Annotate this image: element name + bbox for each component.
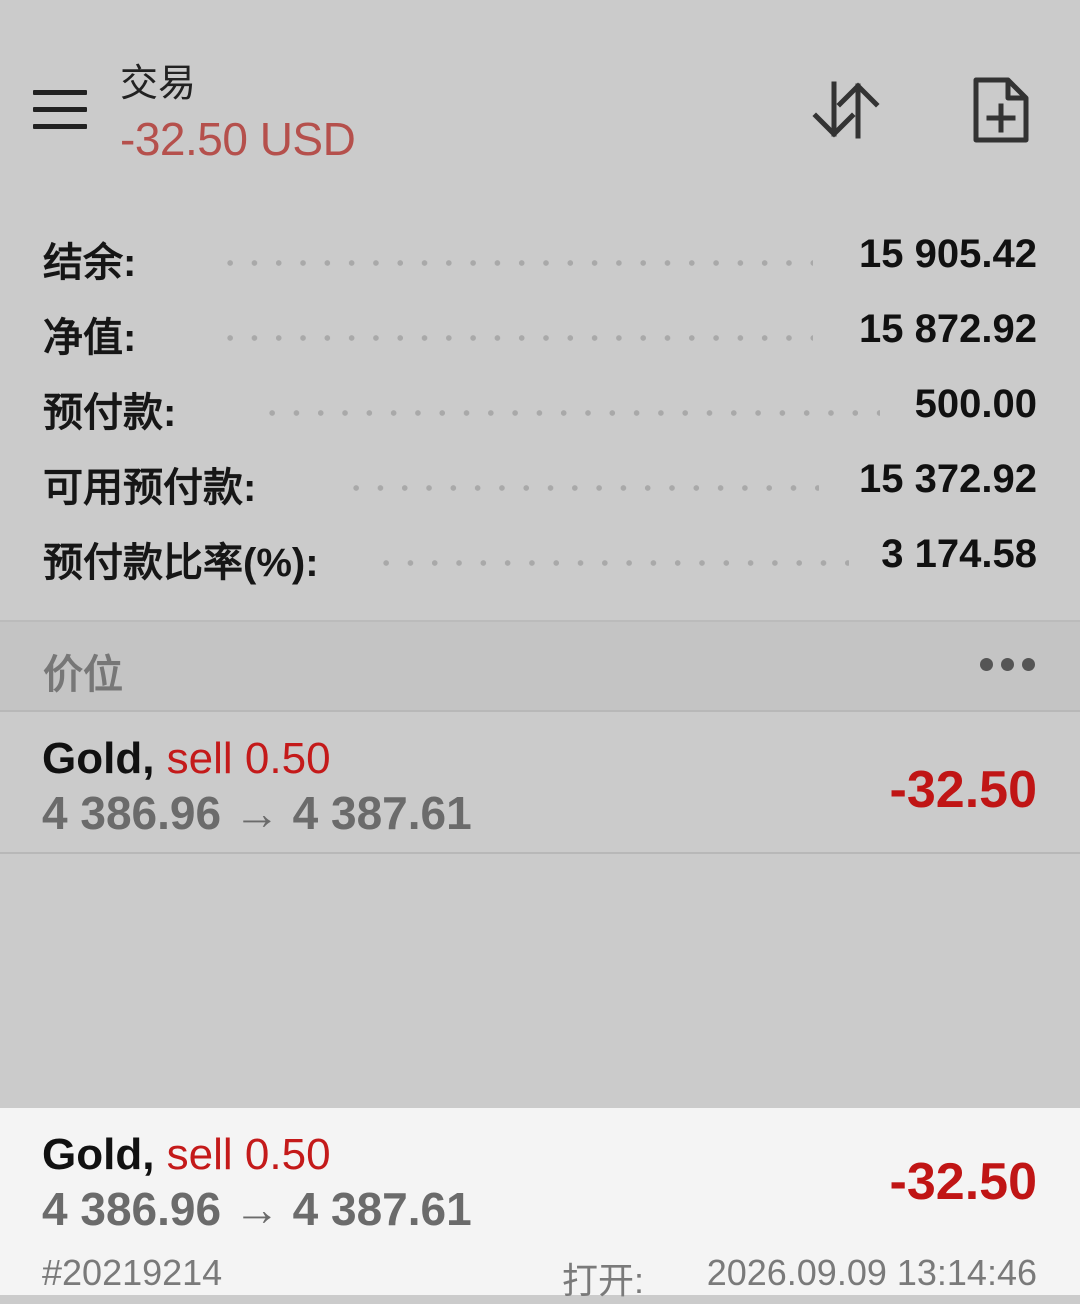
summary-row-balance: 结余: 15 905.42 <box>0 222 1080 285</box>
summary-label: 预付款: <box>43 391 177 435</box>
summary-row-equity: 净值: 15 872.92 <box>0 297 1080 360</box>
position-symbol-line: Gold, sell 0.50 <box>42 734 331 784</box>
open-time-value: 2026.09.09 13:14:46 <box>706 1252 1037 1293</box>
leader-dots <box>218 335 813 341</box>
position-row-expanded[interactable]: Gold, sell 0.50 4 386.96 → 4 387.61 -32.… <box>0 1108 1080 1301</box>
more-icon[interactable] <box>980 658 1036 674</box>
sort-icon[interactable] <box>808 78 884 142</box>
summary-value: 15 905.42 <box>859 232 1037 276</box>
summary-label: 结余: <box>43 241 137 285</box>
summary-label: 可用预付款: <box>43 466 257 510</box>
position-type: sell 0.50 <box>166 1130 331 1179</box>
top-app-bar: 交易 -32.50 USD <box>0 0 1080 200</box>
summary-value: 15 372.92 <box>859 457 1037 501</box>
position-prices: 4 386.96 → 4 387.61 <box>42 1183 472 1235</box>
new-order-icon[interactable] <box>970 74 1032 146</box>
position-symbol: Gold, <box>42 1130 155 1179</box>
summary-value: 500.00 <box>914 382 1037 426</box>
leader-dots <box>374 560 849 566</box>
section-title: 价位 <box>43 653 123 697</box>
total-profit: -32.50 USD <box>120 113 356 165</box>
page-title: 交易 <box>120 63 197 105</box>
position-row[interactable]: Gold, sell 0.50 4 386.96 → 4 387.61 -32.… <box>0 710 1080 854</box>
positions-section-header: 价位 <box>0 620 1080 712</box>
leader-dots <box>260 410 880 416</box>
position-profit: -32.50 <box>889 1153 1037 1211</box>
summary-value: 3 174.58 <box>881 532 1037 576</box>
summary-value: 15 872.92 <box>859 307 1037 351</box>
position-symbol-line: Gold, sell 0.50 <box>42 1130 331 1180</box>
leader-dots <box>344 485 819 491</box>
position-symbol: Gold, <box>42 734 155 783</box>
position-ticket: #20219214 <box>42 1252 223 1293</box>
leader-dots <box>218 260 813 266</box>
summary-row-margin: 预付款: 500.00 <box>0 372 1080 435</box>
position-profit: -32.50 <box>889 761 1037 819</box>
summary-row-margin-level: 预付款比率(%): 3 174.58 <box>0 522 1080 585</box>
menu-icon[interactable] <box>33 90 87 130</box>
position-prices: 4 386.96 → 4 387.61 <box>42 787 472 839</box>
position-type: sell 0.50 <box>166 734 331 783</box>
summary-label: 预付款比率(%): <box>43 541 319 585</box>
summary-row-free-margin: 可用预付款: 15 372.92 <box>0 447 1080 510</box>
open-time-label: 打开: <box>562 1260 645 1301</box>
summary-label: 净值: <box>43 316 137 360</box>
